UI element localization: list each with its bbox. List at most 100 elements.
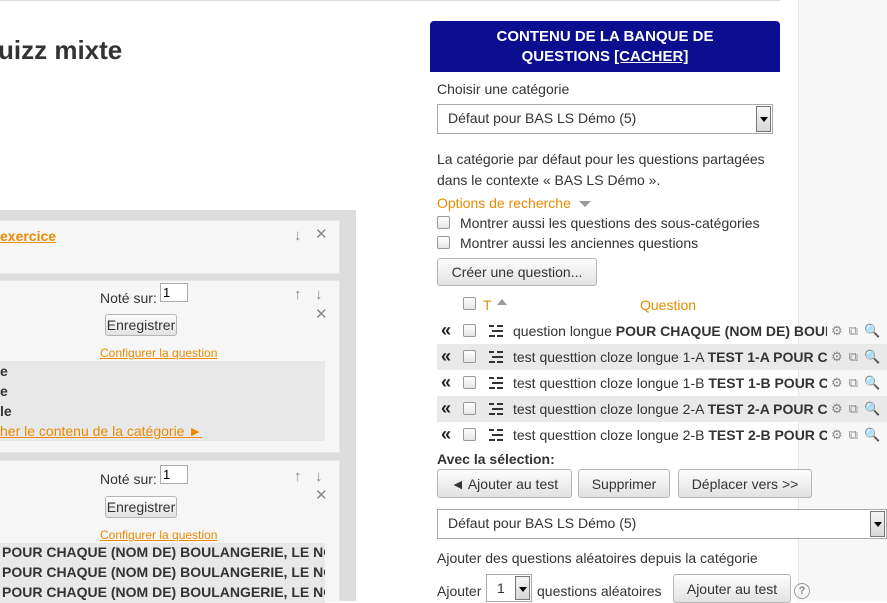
move-to-button[interactable]: Déplacer vers >> bbox=[678, 469, 812, 498]
question-name: test questtion cloze longue 2-A bbox=[513, 401, 708, 417]
question-bank-header: CONTENU DE LA BANQUE DE QUESTIONS [CACHE… bbox=[430, 21, 780, 72]
save-button[interactable]: Enregistrer bbox=[105, 314, 177, 336]
sort-question-link[interactable]: Question bbox=[640, 297, 696, 313]
add-label: Ajouter bbox=[437, 583, 482, 599]
question-name: test questtion cloze longue 1-B bbox=[513, 375, 709, 391]
with-selection-label: Avec la sélection: bbox=[437, 451, 555, 467]
question-row-text: test questtion cloze longue 1-B TEST 1-B… bbox=[513, 375, 827, 391]
gear-icon[interactable]: ⚙ bbox=[831, 401, 849, 416]
preview-icon[interactable]: 🔍 bbox=[864, 401, 886, 416]
show-old-questions-label: Montrer aussi les anciennes questions bbox=[460, 235, 699, 251]
show-subcategories-checkbox[interactable] bbox=[437, 216, 450, 229]
add-to-quiz-icon[interactable]: « bbox=[441, 399, 451, 417]
create-question-button[interactable]: Créer une question... bbox=[437, 258, 597, 286]
question-text-area: POUR CHAQUE (NOM DE) BOULANGERIE, LE NO … bbox=[0, 543, 325, 603]
question-row: « question longue POUR CHAQUE (NOM DE) B… bbox=[437, 318, 887, 344]
add-to-quiz-icon[interactable]: « bbox=[441, 321, 451, 339]
page-title: uizz mixte bbox=[0, 35, 123, 65]
gear-icon[interactable]: ⚙ bbox=[831, 375, 849, 390]
add-to-quiz-icon[interactable]: « bbox=[441, 373, 451, 391]
move-category-value: Défaut pour BAS LS Démo (5) bbox=[448, 515, 637, 531]
move-up-icon[interactable]: ↑ bbox=[294, 287, 302, 302]
cloze-type-icon bbox=[489, 429, 503, 441]
question-slot-1: Noté sur: ↑ ↓ ✕ Enregistrer Configurer l… bbox=[0, 280, 340, 453]
question-row: « test questtion cloze longue 2-A TEST 2… bbox=[437, 396, 887, 422]
question-row: « test questtion cloze longue 1-B TEST 1… bbox=[437, 370, 887, 396]
move-down-icon[interactable]: ↓ bbox=[294, 228, 302, 243]
question-name: test questtion cloze longue 2-B bbox=[513, 427, 709, 443]
cloze-type-icon bbox=[489, 351, 503, 363]
sort-type-link[interactable]: T bbox=[483, 297, 492, 313]
copy-icon[interactable]: ⧉ bbox=[849, 349, 864, 364]
delete-button[interactable]: Supprimer bbox=[578, 469, 670, 498]
question-text-area: e e le her le contenu de la catégorie ► bbox=[0, 361, 325, 441]
category-select[interactable]: Défaut pour BAS LS Démo (5) bbox=[437, 104, 773, 134]
row-actions: ⚙⧉🔍 bbox=[831, 323, 886, 339]
question-checkbox[interactable] bbox=[463, 376, 476, 389]
preview-icon[interactable]: 🔍 bbox=[864, 375, 886, 390]
gear-icon[interactable]: ⚙ bbox=[831, 427, 849, 442]
select-all-checkbox[interactable] bbox=[463, 297, 476, 310]
close-icon[interactable]: ✕ bbox=[315, 227, 328, 242]
save-button[interactable]: Enregistrer bbox=[105, 496, 177, 518]
add-random-button[interactable]: Ajouter au test bbox=[673, 574, 791, 603]
show-old-questions-checkbox[interactable] bbox=[437, 236, 450, 249]
question-name: question longue bbox=[513, 323, 616, 339]
row-actions: ⚙⧉🔍 bbox=[831, 375, 886, 391]
question-text-line: POUR CHAQUE (NOM DE) BOULANGERIE, LE NO bbox=[2, 584, 325, 600]
search-options-label: Options de recherche bbox=[437, 195, 571, 211]
cloze-type-icon bbox=[489, 325, 503, 337]
grade-label: Noté sur: bbox=[100, 471, 157, 487]
exercise-link[interactable]: exercice bbox=[0, 228, 56, 244]
move-down-icon[interactable]: ↓ bbox=[315, 469, 323, 484]
copy-icon[interactable]: ⧉ bbox=[849, 401, 864, 416]
question-text-line: e bbox=[0, 363, 8, 379]
exercise-section: exercice ↓ ✕ bbox=[0, 220, 340, 274]
row-actions: ⚙⧉🔍 bbox=[831, 349, 886, 365]
question-checkbox[interactable] bbox=[463, 324, 476, 337]
configure-question-link[interactable]: Configurer la question bbox=[100, 346, 217, 360]
show-category-link[interactable]: her le contenu de la catégorie ► bbox=[0, 423, 202, 439]
question-text: TEST 2-B POUR CHAQUE bbox=[708, 427, 827, 443]
question-row-text: question longue POUR CHAQUE (NOM DE) BOU… bbox=[513, 323, 827, 339]
question-checkbox[interactable] bbox=[463, 350, 476, 363]
sort-asc-icon bbox=[497, 299, 507, 305]
hide-bank-link[interactable]: [CACHER] bbox=[614, 48, 688, 65]
random-count-select[interactable]: 1 bbox=[486, 574, 532, 602]
question-row: « test questtion cloze longue 2-B TEST 2… bbox=[437, 422, 887, 448]
question-text: TEST 1-A POUR CHAQUE bbox=[707, 349, 827, 365]
add-to-test-button[interactable]: ◄ Ajouter au test bbox=[437, 469, 572, 498]
chevron-down-icon bbox=[756, 106, 771, 132]
preview-icon[interactable]: 🔍 bbox=[864, 349, 886, 364]
grade-input[interactable] bbox=[160, 465, 188, 484]
search-options-toggle[interactable]: Options de recherche bbox=[437, 195, 591, 211]
move-up-icon[interactable]: ↑ bbox=[294, 469, 302, 484]
caret-down-icon bbox=[578, 201, 591, 208]
category-description: La catégorie par défaut pour les questio… bbox=[437, 151, 765, 188]
preview-icon[interactable]: 🔍 bbox=[864, 323, 886, 338]
row-actions: ⚙⧉🔍 bbox=[831, 427, 886, 443]
help-icon[interactable]: ? bbox=[794, 583, 810, 599]
copy-icon[interactable]: ⧉ bbox=[849, 375, 864, 390]
question-name: test questtion cloze longue 1-A bbox=[513, 349, 708, 365]
configure-question-link[interactable]: Configurer la question bbox=[100, 528, 217, 542]
question-checkbox[interactable] bbox=[463, 402, 476, 415]
copy-icon[interactable]: ⧉ bbox=[849, 323, 864, 338]
question-text-line: e bbox=[0, 383, 8, 399]
add-to-quiz-icon[interactable]: « bbox=[441, 425, 451, 443]
add-to-quiz-icon[interactable]: « bbox=[441, 347, 451, 365]
random-questions-label: questions aléatoires bbox=[537, 583, 662, 599]
gear-icon[interactable]: ⚙ bbox=[831, 323, 849, 338]
question-checkbox[interactable] bbox=[463, 428, 476, 441]
question-text: TEST 1-B POUR CHAQUE bbox=[708, 375, 827, 391]
gear-icon[interactable]: ⚙ bbox=[831, 349, 849, 364]
move-down-icon[interactable]: ↓ bbox=[315, 287, 323, 302]
grade-input[interactable] bbox=[160, 283, 188, 302]
move-category-select[interactable]: Défaut pour BAS LS Démo (5) bbox=[437, 509, 887, 539]
delete-icon[interactable]: ✕ bbox=[315, 307, 328, 322]
grade-label: Noté sur: bbox=[100, 290, 157, 306]
preview-icon[interactable]: 🔍 bbox=[864, 427, 886, 442]
delete-icon[interactable]: ✕ bbox=[315, 488, 328, 503]
copy-icon[interactable]: ⧉ bbox=[849, 427, 864, 442]
question-row-text: test questtion cloze longue 2-A TEST 2-A… bbox=[513, 401, 827, 417]
